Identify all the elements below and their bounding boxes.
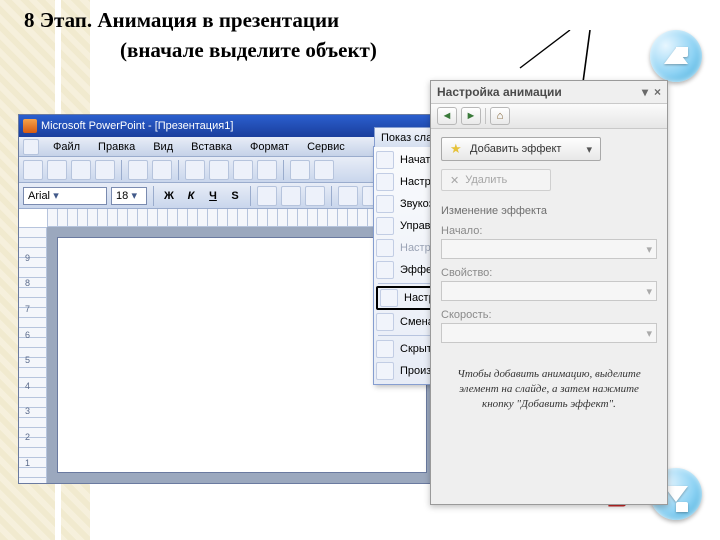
menu-item-icon: [376, 217, 394, 235]
close-icon[interactable]: ×: [654, 85, 661, 99]
ruler-num: 2: [25, 432, 30, 442]
ruler-num: 6: [25, 330, 30, 340]
start-label: Начало:: [441, 225, 657, 237]
menu-item-icon: [380, 289, 398, 307]
separator: [331, 186, 332, 206]
menu-view[interactable]: Вид: [145, 139, 181, 155]
toolbar-button[interactable]: [185, 160, 205, 180]
toolbar-button[interactable]: [233, 160, 253, 180]
ruler-num: 4: [25, 381, 30, 391]
toolbar-button[interactable]: [209, 160, 229, 180]
dropdown-icon: ▾: [128, 189, 140, 202]
menu-item-icon: [376, 313, 394, 331]
menu-item-icon: [376, 362, 394, 380]
menu-insert[interactable]: Вставка: [183, 139, 240, 155]
ruler-num: 7: [25, 304, 30, 314]
toolbar-button[interactable]: [95, 160, 115, 180]
toolbar-button[interactable]: [314, 160, 334, 180]
font-combo[interactable]: Arial▾: [23, 187, 107, 205]
property-combo[interactable]: ▾: [441, 281, 657, 301]
property-label: Свойство:: [441, 267, 657, 279]
taskpane-hint: Чтобы добавить анимацию, выделите элемен…: [454, 367, 644, 412]
fontsize-combo[interactable]: 18▾: [111, 187, 147, 205]
animation-taskpane: Настройка анимации ▾ × ◄ ► ⌂ Добавить эф…: [430, 80, 668, 505]
system-menu-icon[interactable]: [23, 139, 39, 155]
dropdown-icon: ▾: [50, 189, 62, 202]
menu-file[interactable]: Файл: [45, 139, 88, 155]
separator: [121, 160, 122, 180]
menu-item-icon: [376, 151, 394, 169]
taskpane-title-text: Настройка анимации: [437, 85, 562, 99]
toolbar-button[interactable]: [23, 160, 43, 180]
toolbar-button[interactable]: [128, 160, 148, 180]
separator: [153, 186, 154, 206]
separator: [178, 160, 179, 180]
ruler-num: 1: [25, 458, 30, 468]
menu-item-icon: [376, 261, 394, 279]
taskpane-menu-icon[interactable]: ▾: [642, 85, 648, 99]
ruler-num: 9: [25, 253, 30, 263]
arrow-up-icon: [664, 48, 688, 64]
start-combo[interactable]: ▾: [441, 239, 657, 259]
taskpane-title: Настройка анимации ▾ ×: [431, 81, 667, 104]
toolbar-button[interactable]: [47, 160, 67, 180]
change-effect-label: Изменение эффекта: [441, 205, 657, 217]
nav-up-button[interactable]: [650, 30, 702, 82]
separator: [485, 108, 486, 124]
menu-service[interactable]: Сервис: [299, 139, 353, 155]
bold-button[interactable]: Ж: [160, 190, 178, 202]
separator: [283, 160, 284, 180]
separator: [250, 186, 251, 206]
underline-button[interactable]: Ч: [204, 190, 222, 202]
menu-item-icon: [376, 340, 394, 358]
ruler-num: 3: [25, 406, 30, 416]
font-size: 18: [116, 190, 128, 202]
shadow-button[interactable]: S: [226, 190, 244, 202]
add-effect-label: Добавить эффект: [470, 143, 561, 155]
menu-item-icon: [376, 173, 394, 191]
nav-forward-button[interactable]: ►: [461, 107, 481, 125]
speed-combo[interactable]: ▾: [441, 323, 657, 343]
toolbar-button[interactable]: [257, 160, 277, 180]
delete-icon: ✕: [450, 174, 459, 187]
menu-item-icon: [376, 239, 394, 257]
delete-effect-button[interactable]: ✕ Удалить: [441, 169, 551, 191]
dropdown-icon: ▾: [586, 143, 592, 156]
window-title: Microsoft PowerPoint - [Презентация1]: [41, 120, 233, 132]
align-button[interactable]: [257, 186, 277, 206]
slide-canvas[interactable]: [57, 237, 427, 473]
align-button[interactable]: [305, 186, 325, 206]
nav-home-button[interactable]: ⌂: [490, 107, 510, 125]
align-button[interactable]: [281, 186, 301, 206]
menu-edit[interactable]: Правка: [90, 139, 143, 155]
ruler-num: 8: [25, 278, 30, 288]
speed-label: Скорость:: [441, 309, 657, 321]
toolbar-button[interactable]: [152, 160, 172, 180]
star-icon: [450, 142, 464, 156]
ruler-vertical: 9 8 7 6 5 4 3 2 1: [19, 227, 47, 483]
add-effect-button[interactable]: Добавить эффект ▾: [441, 137, 601, 161]
ruler-num: 5: [25, 355, 30, 365]
app-icon: [23, 119, 37, 133]
nav-back-button[interactable]: ◄: [437, 107, 457, 125]
delete-label: Удалить: [465, 174, 507, 186]
font-name: Arial: [28, 190, 50, 202]
toolbar-button[interactable]: [71, 160, 91, 180]
taskpane-nav: ◄ ► ⌂: [431, 104, 667, 129]
toolbar-button[interactable]: [290, 160, 310, 180]
menu-item-icon: [376, 195, 394, 213]
italic-button[interactable]: К: [182, 190, 200, 202]
toolbar-button[interactable]: [338, 186, 358, 206]
menu-format[interactable]: Формат: [242, 139, 297, 155]
